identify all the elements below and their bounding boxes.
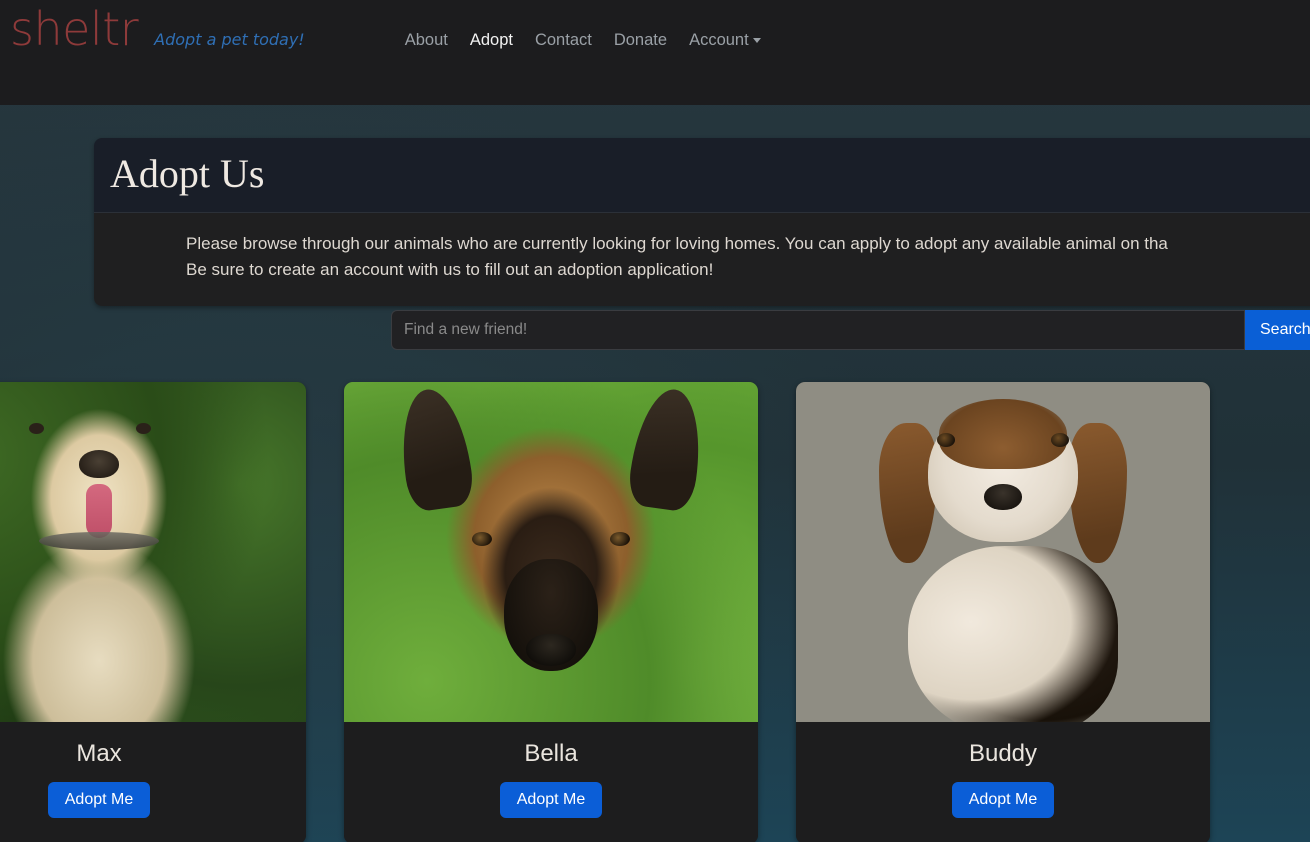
nav-link-donate[interactable]: Donate xyxy=(614,31,667,49)
intro-line-2: Be sure to create an account with us to … xyxy=(186,260,714,280)
photo-detail xyxy=(936,433,955,447)
pet-card-body: Bella Adopt Me xyxy=(344,722,758,842)
nav-link-adopt[interactable]: Adopt xyxy=(470,31,513,49)
nav-item-adopt[interactable]: Adopt xyxy=(470,31,513,50)
photo-detail xyxy=(472,531,493,546)
nav-links: About Adopt Contact Donate Account xyxy=(405,31,761,50)
photo-detail xyxy=(626,384,709,513)
search-button[interactable]: Search xyxy=(1245,310,1310,350)
photo-detail xyxy=(939,399,1067,469)
pet-photo-buddy xyxy=(796,382,1210,722)
panel-header: Adopt Us xyxy=(94,138,1310,213)
chevron-down-icon[interactable] xyxy=(752,38,761,44)
photo-detail xyxy=(908,545,1118,722)
adopt-me-button[interactable]: Adopt Me xyxy=(47,782,151,818)
page-title: Adopt Us xyxy=(110,151,265,196)
adopt-me-button[interactable]: Adopt Me xyxy=(499,782,603,818)
photo-detail xyxy=(79,450,119,478)
pet-photo-max: freepik xyxy=(0,382,306,722)
intro-line-1: Please browse through our animals who ar… xyxy=(186,234,1168,253)
photo-detail xyxy=(526,633,576,666)
pet-card-body: Buddy Adopt Me xyxy=(796,722,1210,842)
nav-link-about[interactable]: About xyxy=(405,31,448,49)
browser-viewport: sheltr Adopt a pet today! About Adopt Co… xyxy=(0,0,1310,842)
nav-item-account[interactable]: Account xyxy=(689,31,761,50)
nav-link-account[interactable]: Account xyxy=(689,31,749,49)
photo-detail xyxy=(86,484,112,538)
photo-detail xyxy=(136,422,152,434)
search-input[interactable] xyxy=(391,310,1245,350)
nav-item-about[interactable]: About xyxy=(405,31,448,50)
panel-body: Please browse through our animals who ar… xyxy=(94,213,1310,306)
brand-tagline: Adopt a pet today! xyxy=(154,30,305,49)
pet-card[interactable]: freepik Max Adopt Me xyxy=(0,382,306,842)
adopt-us-panel: Adopt Us Please browse through our anima… xyxy=(94,138,1310,306)
photo-detail xyxy=(28,422,44,434)
nav-item-donate[interactable]: Donate xyxy=(614,31,667,50)
adopt-me-button[interactable]: Adopt Me xyxy=(951,782,1055,818)
nav-item-contact[interactable]: Contact xyxy=(535,31,592,50)
photo-detail xyxy=(984,484,1022,510)
pet-card[interactable]: Buddy Adopt Me xyxy=(796,382,1210,842)
pet-name: Buddy xyxy=(968,740,1038,767)
search-form: Search xyxy=(391,310,1310,350)
photo-detail xyxy=(39,531,159,550)
pet-card-grid: freepik Max Adopt Me Bella Adopt Me xyxy=(0,382,1210,842)
photo-detail xyxy=(878,422,937,563)
pet-card-body: Max Adopt Me xyxy=(0,722,306,842)
pet-photo-bella xyxy=(344,382,758,722)
pet-name: Bella xyxy=(524,740,578,767)
pet-name: Max xyxy=(76,740,122,767)
pet-card[interactable]: Bella Adopt Me xyxy=(344,382,758,842)
photo-detail xyxy=(1069,422,1128,563)
brand-logo[interactable]: sheltr xyxy=(10,6,139,52)
photo-detail xyxy=(609,531,630,546)
main-navbar: sheltr Adopt a pet today! About Adopt Co… xyxy=(0,0,1310,105)
photo-detail xyxy=(393,384,476,513)
nav-link-contact[interactable]: Contact xyxy=(535,31,592,49)
